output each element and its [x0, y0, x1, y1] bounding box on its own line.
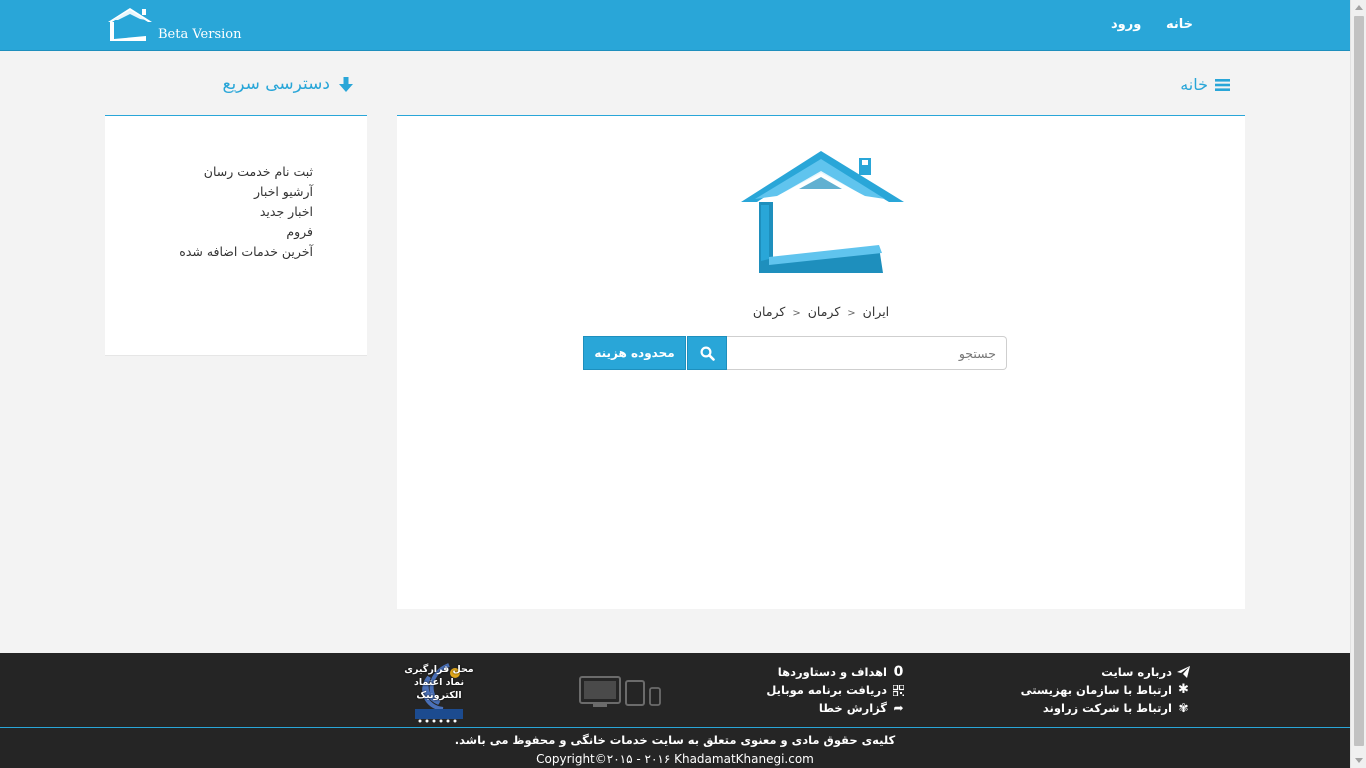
yelp-icon: ✾: [1178, 701, 1189, 715]
list-menu-icon: [1215, 78, 1230, 91]
house-logo-icon: [108, 8, 152, 41]
main-title: خانه: [1180, 75, 1208, 94]
breadcrumb-country[interactable]: ایران: [863, 304, 890, 319]
footer-link-about[interactable]: درباره سایت: [1021, 663, 1190, 681]
paper-plane-icon: [1177, 666, 1190, 678]
devices-icon: [579, 676, 661, 707]
footer-link-label: اهداف و دستاوردها: [777, 665, 887, 679]
footer-link-goals[interactable]: 0 اهداف و دستاوردها: [766, 663, 905, 681]
footer-link-report-error[interactable]: ➦ گزارش خطا: [766, 699, 905, 717]
quick-link-forum[interactable]: فروم: [179, 222, 313, 242]
arrow-down-icon: [339, 76, 353, 92]
enamad-label: محل قرارگیری نماد اعتماد الکترونیک: [404, 664, 474, 701]
footer-link-label: ارتباط با شرکت زراوند: [1042, 701, 1172, 715]
footer-link-label: گزارش خطا: [818, 701, 887, 715]
footer-link-mobile-app[interactable]: دریافت برنامه موبایل: [766, 681, 905, 699]
brand-logo[interactable]: Beta Version: [106, 6, 241, 44]
qrcode-icon: [892, 684, 905, 696]
top-navbar: Beta Version خانه ورود: [0, 0, 1350, 51]
footer-link-label: درباره سایت: [1101, 665, 1172, 679]
quick-link-news-archive[interactable]: آرشیو اخبار: [179, 182, 313, 202]
quick-access-title: دسترسی سریع: [222, 74, 330, 94]
search-input[interactable]: [727, 336, 1007, 370]
footer-link-welfare-org[interactable]: ✱ ارتباط با سازمان بهزیستی: [1021, 681, 1190, 699]
footer: درباره سایت ✱ ارتباط با سازمان بهزیستی ✾…: [0, 653, 1350, 768]
quick-access-header: دسترسی سریع: [105, 66, 367, 116]
footer-rights-text: کلیه‌ی حقوق مادی و معنوی متعلق به سایت خ…: [454, 733, 896, 747]
scroll-up-arrow-icon[interactable]: [1355, 5, 1363, 10]
brand-version-label: Beta Version: [158, 27, 242, 42]
nav-login-link[interactable]: ورود: [1111, 17, 1141, 32]
house-logo-large-icon: [741, 151, 904, 273]
nav-home-link[interactable]: خانه: [1166, 17, 1193, 32]
breadcrumb-province[interactable]: کرمان: [808, 304, 841, 319]
zero-icon: 0: [893, 664, 904, 680]
quick-access-list: ثبت نام خدمت رسان آرشیو اخبار اخبار جدید…: [179, 162, 313, 262]
quick-link-register-provider[interactable]: ثبت نام خدمت رسان: [179, 162, 313, 182]
breadcrumb-separator-icon: <: [847, 308, 856, 319]
search-icon: [699, 345, 715, 361]
quick-access-panel: ثبت نام خدمت رسان آرشیو اخبار اخبار جدید…: [105, 116, 367, 356]
search-button[interactable]: [687, 336, 727, 370]
scroll-down-arrow-icon[interactable]: [1355, 758, 1363, 763]
search-bar: محدوده هزینه: [583, 336, 1007, 370]
quick-link-latest-services[interactable]: آخرین خدمات اضافه شده: [179, 242, 313, 262]
enamad-trust-badge[interactable]: محل قرارگیری نماد اعتماد الکترونیک: [404, 663, 474, 727]
share-icon: ➦: [893, 701, 904, 715]
main-panel: ایران < کرمان < کرمان محدوده هزینه: [397, 116, 1245, 609]
scroll-thumb[interactable]: [1354, 16, 1364, 746]
footer-link-label: دریافت برنامه موبایل: [766, 683, 887, 697]
footer-link-zaravand[interactable]: ✾ ارتباط با شرکت زراوند: [1021, 699, 1190, 717]
footer-divider: [0, 727, 1350, 728]
main-header: خانه: [397, 66, 1245, 116]
location-breadcrumb: ایران < کرمان < کرمان: [397, 304, 1245, 319]
breadcrumb-city[interactable]: کرمان: [753, 304, 786, 319]
quick-link-new-news[interactable]: اخبار جدید: [179, 202, 313, 222]
asterisk-icon: ✱: [1178, 682, 1189, 697]
breadcrumb-separator-icon: <: [792, 308, 801, 319]
footer-copyright-text: Copyright©۲۰۱۵ - ۲۰۱۶ KhadamatKhanegi.co…: [536, 752, 814, 766]
cost-range-button[interactable]: محدوده هزینه: [583, 336, 686, 370]
footer-links-column-1: درباره سایت ✱ ارتباط با سازمان بهزیستی ✾…: [1021, 663, 1190, 717]
page-scrollbar[interactable]: [1350, 0, 1366, 768]
footer-link-label: ارتباط با سازمان بهزیستی: [1020, 683, 1172, 697]
footer-links-column-2: 0 اهداف و دستاوردها دریافت برنامه موبایل…: [766, 663, 905, 717]
